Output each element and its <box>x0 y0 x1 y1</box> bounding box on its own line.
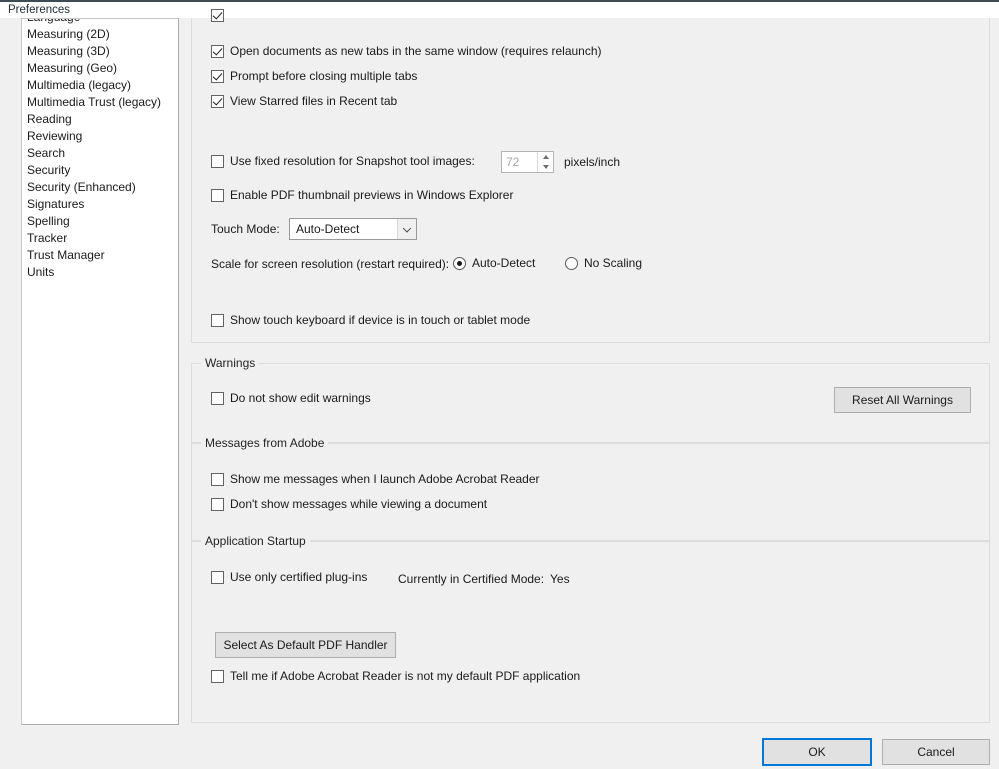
sidebar-item-multimedia-legacy[interactable]: Multimedia (legacy) <box>22 77 178 94</box>
preferences-category-list[interactable]: Language Measuring (2D) Measuring (3D) M… <box>21 18 179 725</box>
snapshot-resolution-unit-label: pixels/inch <box>564 155 621 169</box>
checkbox-enable-pdf-thumbnail-previews-icon[interactable] <box>211 189 224 202</box>
scale-auto-detect-radio-row[interactable]: Auto-Detect <box>453 256 535 270</box>
prompt-before-closing-tabs-row[interactable]: Prompt before closing multiple tabs <box>211 69 417 84</box>
prompt-before-closing-tabs-label: Prompt before closing multiple tabs <box>230 69 418 83</box>
radio-auto-detect-label: Auto-Detect <box>472 256 536 270</box>
touch-mode-label: Touch Mode: <box>211 222 280 236</box>
tell-me-default-pdf-app-row[interactable]: Tell me if Adobe Acrobat Reader is not m… <box>211 669 580 684</box>
checkbox-tell-me-default-pdf-app-icon[interactable] <box>211 670 224 683</box>
select-default-pdf-handler-button[interactable]: Select As Default PDF Handler <box>215 632 396 658</box>
sidebar-item-units[interactable]: Units <box>22 264 178 281</box>
checkbox-show-touch-keyboard-icon[interactable] <box>211 314 224 327</box>
window-title: Preferences <box>8 4 71 16</box>
window-titlebar: Preferences <box>0 0 999 18</box>
sidebar-item-measuring-2d[interactable]: Measuring (2D) <box>22 26 178 43</box>
radio-auto-detect-icon[interactable] <box>453 256 466 270</box>
warnings-group: Warnings Do not show edit warnings Reset… <box>191 356 990 443</box>
ok-button[interactable]: OK <box>762 738 872 766</box>
tell-me-default-pdf-app-label: Tell me if Adobe Acrobat Reader is not m… <box>230 669 581 683</box>
show-touch-keyboard-label: Show touch keyboard if device is in touc… <box>230 313 531 327</box>
snapshot-resolution-spin-buttons[interactable] <box>537 152 553 172</box>
radio-no-scaling-icon[interactable] <box>565 256 578 270</box>
application-startup-group: Application Startup Use only certified p… <box>191 534 990 723</box>
open-documents-new-tabs-row[interactable]: Open documents as new tabs in the same w… <box>211 44 602 59</box>
show-messages-on-launch-label: Show me messages when I launch Adobe Acr… <box>230 472 540 486</box>
checkbox-prompt-before-closing-tabs-icon[interactable] <box>211 70 224 83</box>
dont-show-messages-viewing-row[interactable]: Don't show messages while viewing a docu… <box>211 497 487 512</box>
enable-pdf-thumbnail-previews-row[interactable]: Enable PDF thumbnail previews in Windows… <box>211 188 513 203</box>
currently-certified-mode-label: Currently in Certified Mode: <box>398 572 545 586</box>
clipped-checkbox-row[interactable] <box>211 8 224 22</box>
show-touch-keyboard-row[interactable]: Show touch keyboard if device is in touc… <box>211 313 530 328</box>
checkbox-show-messages-on-launch-icon[interactable] <box>211 473 224 486</box>
spinner-down-icon[interactable] <box>538 162 553 172</box>
application-group: Open documents as new tabs in the same w… <box>191 9 990 343</box>
checkbox-clipped-icon[interactable] <box>211 9 224 22</box>
scale-screen-resolution-label: Scale for screen resolution (restart req… <box>211 257 450 271</box>
do-not-show-edit-warnings-row[interactable]: Do not show edit warnings <box>211 391 371 406</box>
dialog-footer: OK Cancel <box>0 725 999 769</box>
use-only-certified-plugins-row[interactable]: Use only certified plug-ins <box>211 570 367 585</box>
preferences-main-panel: Open documents as new tabs in the same w… <box>190 9 990 725</box>
startup-group-legend: Application Startup <box>201 534 310 548</box>
do-not-show-edit-warnings-label: Do not show edit warnings <box>230 391 371 405</box>
checkbox-open-documents-new-tabs-icon[interactable] <box>211 45 224 58</box>
messages-from-adobe-group: Messages from Adobe Show me messages whe… <box>191 436 990 541</box>
sidebar-item-search[interactable]: Search <box>22 145 178 162</box>
cancel-button[interactable]: Cancel <box>882 739 990 765</box>
view-starred-files-row[interactable]: View Starred files in Recent tab <box>211 94 397 109</box>
sidebar-item-language[interactable]: Language <box>22 19 178 26</box>
sidebar-item-measuring-geo[interactable]: Measuring (Geo) <box>22 60 178 77</box>
sidebar-item-reviewing[interactable]: Reviewing <box>22 128 178 145</box>
enable-pdf-thumbnail-previews-label: Enable PDF thumbnail previews in Windows… <box>230 188 514 202</box>
reset-all-warnings-button[interactable]: Reset All Warnings <box>834 387 971 413</box>
use-fixed-resolution-row[interactable]: Use fixed resolution for Snapshot tool i… <box>211 154 475 169</box>
checkbox-use-fixed-resolution-icon[interactable] <box>211 155 224 168</box>
currently-certified-mode-value: Yes <box>550 572 570 586</box>
scale-no-scaling-radio-row[interactable]: No Scaling <box>565 256 642 270</box>
messages-group-legend: Messages from Adobe <box>201 436 329 450</box>
dont-show-messages-viewing-label: Don't show messages while viewing a docu… <box>230 497 488 511</box>
warnings-group-legend: Warnings <box>201 356 260 370</box>
checkbox-use-only-certified-plugins-icon[interactable] <box>211 571 224 584</box>
radio-no-scaling-label: No Scaling <box>584 256 643 270</box>
sidebar-item-security-enhanced[interactable]: Security (Enhanced) <box>22 179 178 196</box>
chevron-down-icon[interactable] <box>397 219 416 239</box>
open-documents-new-tabs-label: Open documents as new tabs in the same w… <box>230 44 602 58</box>
checkbox-do-not-show-edit-warnings-icon[interactable] <box>211 392 224 405</box>
view-starred-files-label: View Starred files in Recent tab <box>230 94 398 108</box>
sidebar-item-tracker[interactable]: Tracker <box>22 230 178 247</box>
checkbox-view-starred-files-icon[interactable] <box>211 95 224 108</box>
use-only-certified-plugins-label: Use only certified plug-ins <box>230 570 368 584</box>
snapshot-resolution-stepper[interactable] <box>501 151 554 173</box>
checkbox-dont-show-messages-viewing-icon[interactable] <box>211 498 224 511</box>
touch-mode-select[interactable]: Auto-Detect <box>289 218 417 240</box>
snapshot-resolution-input[interactable] <box>502 152 537 172</box>
sidebar-item-trust-manager[interactable]: Trust Manager <box>22 247 178 264</box>
use-fixed-resolution-label: Use fixed resolution for Snapshot tool i… <box>230 154 475 168</box>
spinner-up-icon[interactable] <box>538 152 553 162</box>
sidebar-item-signatures[interactable]: Signatures <box>22 196 178 213</box>
sidebar-item-spelling[interactable]: Spelling <box>22 213 178 230</box>
sidebar-item-security[interactable]: Security <box>22 162 178 179</box>
touch-mode-selected-value: Auto-Detect <box>296 222 360 236</box>
sidebar-item-measuring-3d[interactable]: Measuring (3D) <box>22 43 178 60</box>
category-list-inner: Language Measuring (2D) Measuring (3D) M… <box>22 19 178 281</box>
show-messages-on-launch-row[interactable]: Show me messages when I launch Adobe Acr… <box>211 472 540 487</box>
sidebar-item-multimedia-trust-legacy[interactable]: Multimedia Trust (legacy) <box>22 94 178 111</box>
sidebar-item-reading[interactable]: Reading <box>22 111 178 128</box>
